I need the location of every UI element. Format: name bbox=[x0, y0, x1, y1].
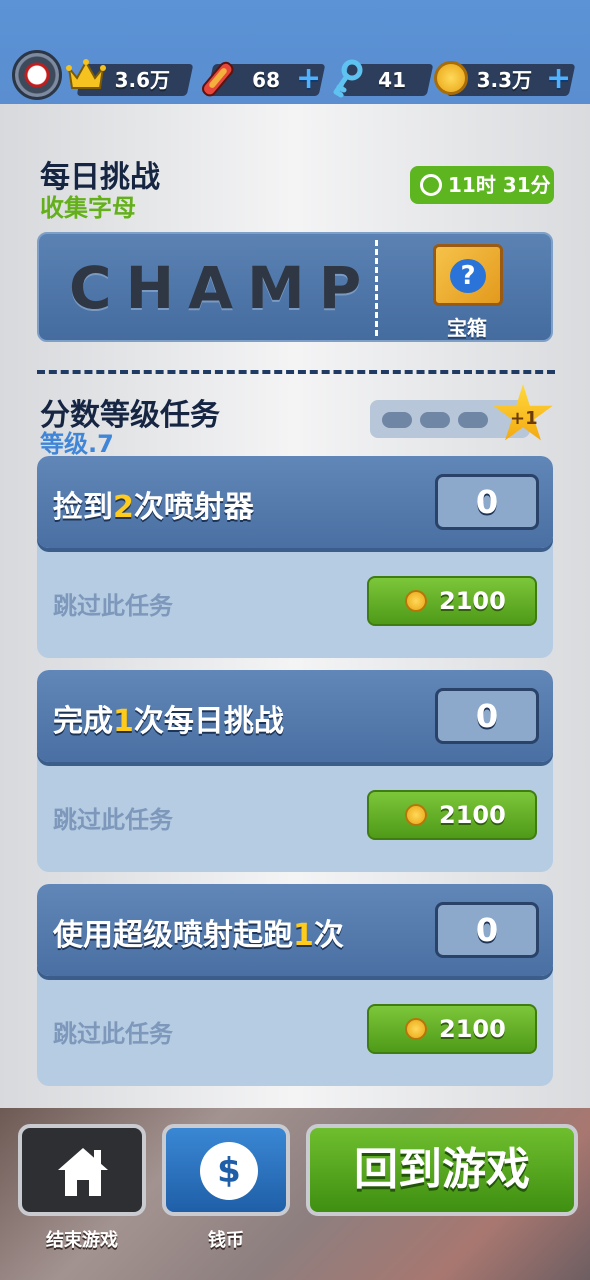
section-divider bbox=[37, 370, 555, 374]
mission-card: 使用超级喷射起跑1次 0 跳过此任务 2100 bbox=[37, 884, 553, 1086]
coins-label: 钱币 bbox=[208, 1230, 244, 1251]
mission-card: 完成1次每日挑战 0 跳过此任务 2100 bbox=[37, 670, 553, 872]
mission-title-number: 1 bbox=[293, 918, 314, 953]
skip-mission-label: 跳过此任务 bbox=[53, 592, 173, 620]
mission-title: 捡到2次喷射器 bbox=[53, 482, 254, 526]
mission-header: 完成1次每日挑战 0 bbox=[37, 670, 553, 762]
skip-price: 2100 bbox=[439, 801, 506, 829]
mission-title: 完成1次每日挑战 bbox=[53, 696, 284, 740]
letters-text: CHAMP bbox=[69, 254, 376, 322]
add-coins-button[interactable]: + bbox=[546, 62, 571, 96]
resume-game-button[interactable]: 回到游戏 bbox=[306, 1124, 578, 1216]
dollar-icon: $ bbox=[200, 1142, 258, 1200]
letters-divider bbox=[375, 240, 378, 336]
mission-title-pre: 捡到 bbox=[53, 490, 113, 525]
add-board-button[interactable]: + bbox=[296, 62, 321, 96]
mission-title-number: 1 bbox=[113, 704, 134, 739]
mission-count: 0 bbox=[435, 902, 539, 958]
progress-pill bbox=[458, 412, 488, 428]
progress-pill bbox=[382, 412, 412, 428]
mission-header: 使用超级喷射起跑1次 0 bbox=[37, 884, 553, 976]
timer-badge: 11时 31分 bbox=[410, 166, 554, 204]
coin-value: 3.3万 bbox=[476, 68, 532, 92]
mission-title-post: 次每日挑战 bbox=[133, 704, 284, 739]
mission-title-pre: 使用超级喷射起跑 bbox=[53, 918, 293, 953]
skip-mission-button[interactable]: 2100 bbox=[367, 790, 537, 840]
mission-title-pre: 完成 bbox=[53, 704, 113, 739]
mystery-box-icon[interactable]: ? bbox=[433, 244, 503, 306]
coin-icon bbox=[405, 1018, 427, 1040]
board-value: 68 bbox=[252, 68, 280, 92]
skip-price: 2100 bbox=[439, 587, 506, 615]
crown-icon bbox=[66, 59, 106, 89]
mission-count: 0 bbox=[435, 688, 539, 744]
mission-title-post: 次 bbox=[313, 918, 344, 953]
crown-value: 3.6万 bbox=[114, 68, 170, 92]
mission-title-number: 2 bbox=[113, 490, 134, 525]
mission-card: 捡到2次喷射器 0 跳过此任务 2100 bbox=[37, 456, 553, 658]
key-icon bbox=[333, 59, 363, 98]
progress-pill bbox=[420, 412, 450, 428]
skip-price: 2100 bbox=[439, 1015, 506, 1043]
end-game-button[interactable] bbox=[18, 1124, 146, 1216]
settings-gear-icon[interactable] bbox=[12, 50, 62, 100]
mission-header: 捡到2次喷射器 0 bbox=[37, 456, 553, 548]
skip-mission-label: 跳过此任务 bbox=[53, 1020, 173, 1048]
key-value: 41 bbox=[378, 68, 406, 92]
letters-card: CHAMP ? 宝箱 bbox=[37, 232, 553, 342]
coin-icon bbox=[405, 804, 427, 826]
skip-mission-button[interactable]: 2100 bbox=[367, 576, 537, 626]
stopwatch-icon bbox=[420, 174, 442, 196]
mission-count: 0 bbox=[435, 474, 539, 530]
coins-button[interactable]: $ bbox=[162, 1124, 290, 1216]
mission-title: 使用超级喷射起跑1次 bbox=[53, 910, 344, 954]
daily-challenge-subtitle: 收集字母 bbox=[40, 194, 136, 222]
coin-icon bbox=[434, 61, 468, 95]
missions-level: 等级.7 bbox=[40, 430, 114, 458]
timer-text: 11时 31分 bbox=[448, 173, 551, 197]
skip-mission-button[interactable]: 2100 bbox=[367, 1004, 537, 1054]
chest-label: 宝箱 bbox=[447, 316, 487, 340]
home-icon bbox=[58, 1148, 108, 1196]
coin-icon bbox=[405, 590, 427, 612]
question-mark-icon: ? bbox=[450, 259, 486, 293]
end-game-label: 结束游戏 bbox=[46, 1230, 118, 1251]
skip-mission-label: 跳过此任务 bbox=[53, 806, 173, 834]
hoverboard-icon[interactable] bbox=[198, 58, 238, 98]
mission-title-post: 次喷射器 bbox=[133, 490, 254, 525]
star-bonus-label: +1 bbox=[510, 408, 538, 429]
